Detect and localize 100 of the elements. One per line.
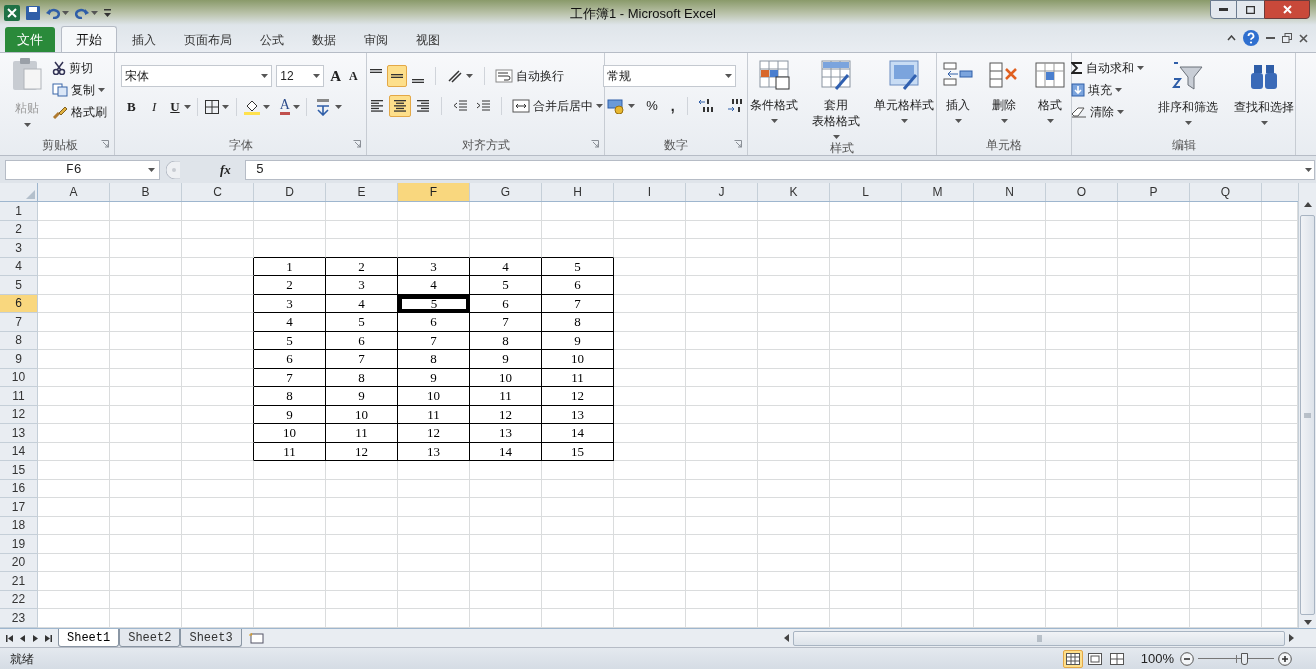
- close-button[interactable]: [1264, 0, 1310, 19]
- zoom-level[interactable]: 100%: [1140, 648, 1174, 669]
- percent-button[interactable]: %: [642, 96, 662, 116]
- column-header[interactable]: F: [398, 183, 470, 201]
- maximize-button[interactable]: [1237, 0, 1264, 19]
- save-button[interactable]: [26, 5, 40, 20]
- font-color-button[interactable]: A: [276, 98, 303, 115]
- last-sheet-button[interactable]: [45, 634, 52, 642]
- decrease-font-size-button[interactable]: A: [347, 67, 360, 86]
- copy-button[interactable]: 复制: [49, 79, 110, 101]
- autosum-button[interactable]: 自动求和: [1068, 57, 1147, 79]
- sheet-tab[interactable]: Sheet2: [119, 628, 181, 647]
- column-header[interactable]: C: [182, 183, 254, 201]
- merge-center-button[interactable]: 合并后居中: [508, 95, 606, 117]
- sheet-tab[interactable]: Sheet1: [58, 628, 120, 647]
- find-select-button[interactable]: 查找和选择: [1229, 57, 1299, 135]
- ribbon-tab[interactable]: 页面布局: [171, 27, 245, 52]
- row-header[interactable]: 11: [0, 387, 38, 406]
- dialog-launcher-button[interactable]: [734, 140, 742, 148]
- zoom-in-button[interactable]: [1278, 651, 1292, 666]
- ribbon-tab[interactable]: 公式: [247, 27, 297, 52]
- bold-button[interactable]: B: [121, 96, 142, 117]
- row-header[interactable]: 5: [0, 276, 38, 295]
- cell-styles-button[interactable]: 单元格样式: [869, 55, 939, 139]
- redo-button[interactable]: [75, 6, 98, 19]
- column-header[interactable]: P: [1118, 183, 1190, 201]
- comma-button[interactable]: ,: [664, 95, 681, 117]
- clear-button[interactable]: 清除: [1068, 101, 1147, 123]
- column-header[interactable]: I: [614, 183, 686, 201]
- column-header[interactable]: B: [110, 183, 182, 201]
- row-header[interactable]: 17: [0, 498, 38, 517]
- format-painter-button[interactable]: 格式刷: [49, 101, 110, 123]
- insert-button[interactable]: 插入: [937, 55, 979, 135]
- formula-input[interactable]: 5: [245, 159, 1315, 180]
- middle-align-button[interactable]: [386, 65, 407, 87]
- ribbon-tab[interactable]: 文件: [5, 27, 55, 52]
- caret-icon: [262, 104, 270, 109]
- collapse-ribbon-button[interactable]: [1227, 35, 1236, 41]
- zoom-out-button[interactable]: [1180, 651, 1194, 666]
- row-header[interactable]: 23: [0, 609, 38, 628]
- center-align-button[interactable]: [388, 95, 411, 117]
- slider-thumb[interactable]: [1240, 652, 1248, 665]
- row-header[interactable]: 9: [0, 350, 38, 369]
- vertical-scrollbar[interactable]: [1298, 183, 1316, 628]
- sheet-tab[interactable]: Sheet3: [180, 628, 242, 647]
- ribbon-tab[interactable]: 视图: [403, 27, 453, 52]
- font-name-field[interactable]: 宋体: [121, 65, 273, 88]
- undo-button[interactable]: [46, 6, 69, 19]
- column-header[interactable]: L: [830, 183, 902, 201]
- row-header[interactable]: 13: [0, 424, 38, 443]
- column-header[interactable]: M: [902, 183, 974, 201]
- column-header[interactable]: J: [686, 183, 758, 201]
- next-sheet-button[interactable]: [32, 634, 39, 642]
- column-header[interactable]: A: [38, 183, 110, 201]
- column-header[interactable]: K: [758, 183, 830, 201]
- ribbon-tab[interactable]: 审阅: [351, 27, 401, 52]
- column-header[interactable]: D: [254, 183, 326, 201]
- dialog-launcher-button[interactable]: [101, 140, 109, 148]
- column-header[interactable]: Q: [1190, 183, 1262, 201]
- row-header[interactable]: 21: [0, 572, 38, 591]
- previous-sheet-button[interactable]: [19, 634, 26, 642]
- dialog-launcher-button[interactable]: [353, 140, 361, 148]
- format-button[interactable]: 格式: [1029, 55, 1071, 135]
- fill-button[interactable]: 填充: [1068, 79, 1147, 101]
- row-header[interactable]: 7: [0, 313, 38, 332]
- row-header[interactable]: 3: [0, 239, 38, 258]
- help-button[interactable]: [1243, 30, 1259, 46]
- row-header[interactable]: 15: [0, 461, 38, 480]
- underline-button[interactable]: U: [167, 96, 194, 117]
- ribbon-tab[interactable]: 数据: [299, 27, 349, 52]
- first-sheet-button[interactable]: [6, 634, 13, 642]
- customize-toolbar-button[interactable]: [104, 7, 112, 18]
- column-header[interactable]: O: [1046, 183, 1118, 201]
- row-header[interactable]: 19: [0, 535, 38, 554]
- minimize-workbook-button[interactable]: [1266, 36, 1275, 40]
- ribbon-tab[interactable]: 插入: [119, 27, 169, 52]
- format-as-table-button[interactable]: 套用 表格格式: [807, 55, 865, 139]
- insert-sheet-button[interactable]: [247, 632, 264, 644]
- name-box[interactable]: F6: [5, 159, 160, 180]
- column-header[interactable]: H: [542, 183, 614, 201]
- italic-button[interactable]: I: [144, 96, 165, 117]
- cut-button[interactable]: 剪切: [49, 57, 110, 79]
- insert-function-button[interactable]: fx: [220, 159, 231, 180]
- sort-filter-button[interactable]: 排序和筛选: [1153, 57, 1223, 135]
- font-size-field[interactable]: 12: [276, 65, 325, 88]
- dialog-launcher-button[interactable]: [591, 140, 599, 148]
- restore-workbook-button[interactable]: [1282, 33, 1292, 43]
- zoom-slider[interactable]: [1198, 651, 1274, 666]
- conditional-format-button[interactable]: 条件格式: [745, 55, 803, 139]
- column-header[interactable]: N: [974, 183, 1046, 201]
- row-header[interactable]: 1: [0, 202, 38, 221]
- minimize-button[interactable]: [1210, 0, 1237, 19]
- normal-view-button[interactable]: [1062, 649, 1083, 668]
- wrap-text-button[interactable]: 自动换行: [491, 65, 567, 87]
- column-header[interactable]: G: [470, 183, 542, 201]
- delete-button[interactable]: 删除: [983, 55, 1025, 135]
- close-workbook-button[interactable]: [1299, 33, 1308, 43]
- ribbon-tab[interactable]: 开始: [61, 26, 117, 52]
- number-format-field[interactable]: 常规: [603, 65, 737, 87]
- increase-font-size-button[interactable]: A: [328, 65, 344, 88]
